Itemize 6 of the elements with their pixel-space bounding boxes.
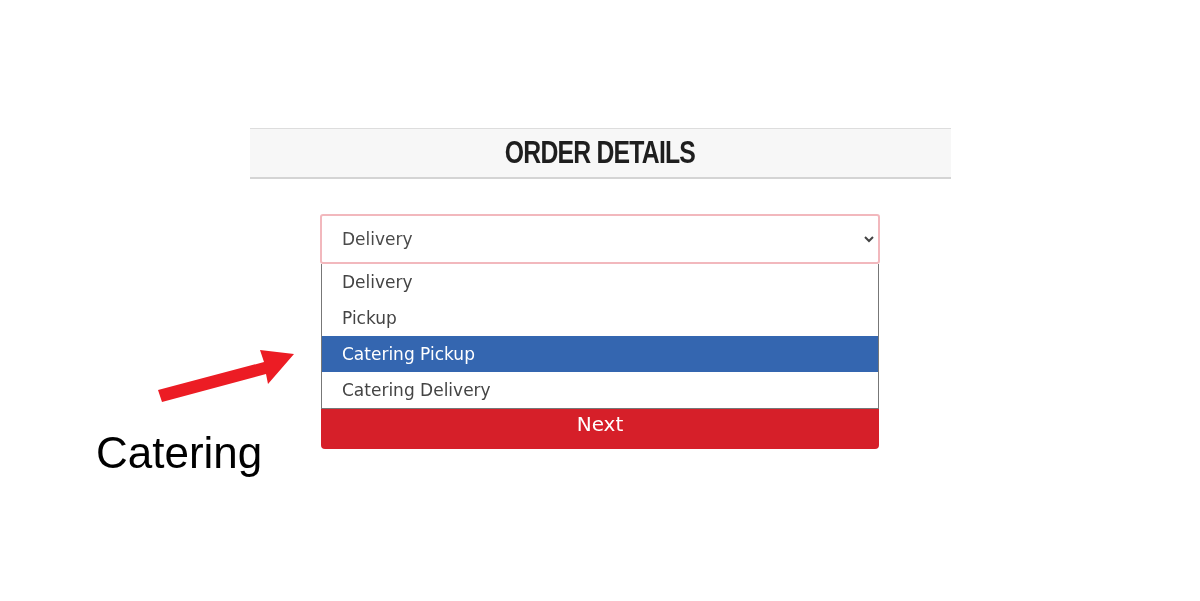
dropdown-option[interactable]: Catering Pickup — [322, 336, 878, 372]
page-title: ORDER DETAILS — [504, 135, 696, 171]
order-type-select[interactable]: Delivery — [320, 214, 880, 264]
next-button[interactable]: Next — [321, 409, 879, 449]
annotation-label: Catering — [96, 428, 263, 478]
chevron-down-icon — [864, 235, 874, 243]
